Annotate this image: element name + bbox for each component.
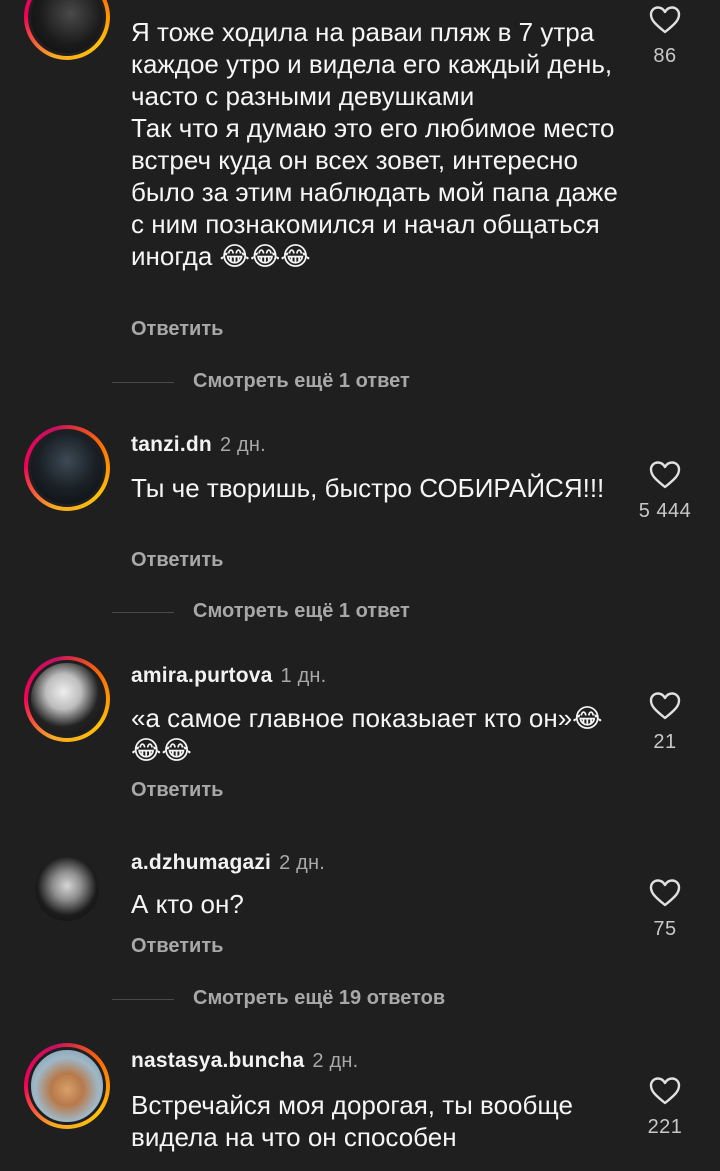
like-button[interactable]: 221 xyxy=(630,1076,700,1139)
comment-time: 2 дн. xyxy=(312,1050,359,1072)
comment-text: Ты че творишь, быстро СОБИРАЙСЯ!!! xyxy=(131,473,605,503)
reply-button[interactable]: Ответить xyxy=(131,318,223,341)
username-text: amira.purtova xyxy=(131,664,273,687)
like-button[interactable]: 21 xyxy=(630,691,700,754)
avatar-image xyxy=(32,854,102,924)
like-button[interactable]: 5 444 xyxy=(630,460,700,523)
comment-username[interactable]: tanzi.dn 2 дн. xyxy=(131,433,266,457)
like-count: 21 xyxy=(653,731,677,753)
heart-outline-icon xyxy=(649,879,681,907)
heart-outline-icon xyxy=(649,6,681,34)
avatar-image xyxy=(28,660,106,738)
like-button[interactable]: 75 xyxy=(630,878,700,941)
comment-text: А кто он? xyxy=(131,889,244,919)
avatar-image xyxy=(28,0,106,56)
comment-time: 1 дн. xyxy=(280,665,327,687)
like-count: 86 xyxy=(653,45,677,67)
avatar-image xyxy=(28,1047,106,1125)
like-button[interactable]: 86 xyxy=(630,5,700,68)
like-count: 221 xyxy=(647,1116,683,1138)
divider xyxy=(112,382,174,383)
heart-outline-icon xyxy=(649,461,681,489)
avatar[interactable] xyxy=(24,0,110,60)
divider xyxy=(112,612,174,613)
comment-text: Встречайся моя дорогая, ты вообще видела… xyxy=(131,1090,573,1152)
comment-time: 2 дн. xyxy=(219,434,266,456)
like-count: 75 xyxy=(653,918,677,940)
like-count: 5 444 xyxy=(638,500,692,522)
view-more-replies[interactable]: Смотреть ещё 1 ответ xyxy=(0,598,720,628)
view-more-label: Смотреть ещё 1 ответ xyxy=(193,600,410,622)
avatar-image xyxy=(28,429,106,507)
divider xyxy=(112,999,174,1000)
comment-text: Я тоже ходила на раваи пляж в 7 утра каж… xyxy=(131,17,618,271)
comment-username[interactable]: amira.purtova 1 дн. xyxy=(131,664,326,688)
reply-button[interactable]: Ответить xyxy=(131,549,223,572)
comment-username[interactable]: a.dzhumagazi 2 дн. xyxy=(131,851,325,875)
heart-outline-icon xyxy=(649,1077,681,1105)
avatar[interactable] xyxy=(24,425,110,511)
comment-username[interactable]: nastasya.buncha 2 дн. xyxy=(131,1049,358,1073)
username-text: a.dzhumagazi xyxy=(131,851,272,874)
username-text: tanzi.dn xyxy=(131,433,212,456)
avatar[interactable] xyxy=(24,1043,110,1129)
avatar[interactable] xyxy=(24,846,110,932)
view-more-label: Смотреть ещё 1 ответ xyxy=(193,370,410,392)
comment-time: 2 дн. xyxy=(279,852,326,874)
reply-button[interactable]: Ответить xyxy=(131,935,223,958)
heart-outline-icon xyxy=(649,692,681,720)
view-more-replies[interactable]: Смотреть ещё 19 ответов xyxy=(0,985,720,1015)
username-text: nastasya.buncha xyxy=(131,1049,305,1072)
comment-text: «а самое главное показыает кто он»😂😂😂 xyxy=(131,703,603,765)
reply-button[interactable]: Ответить xyxy=(131,779,223,802)
view-more-replies[interactable]: Смотреть ещё 1 ответ xyxy=(0,368,720,398)
avatar[interactable] xyxy=(24,656,110,742)
view-more-label: Смотреть ещё 19 ответов xyxy=(193,987,446,1009)
